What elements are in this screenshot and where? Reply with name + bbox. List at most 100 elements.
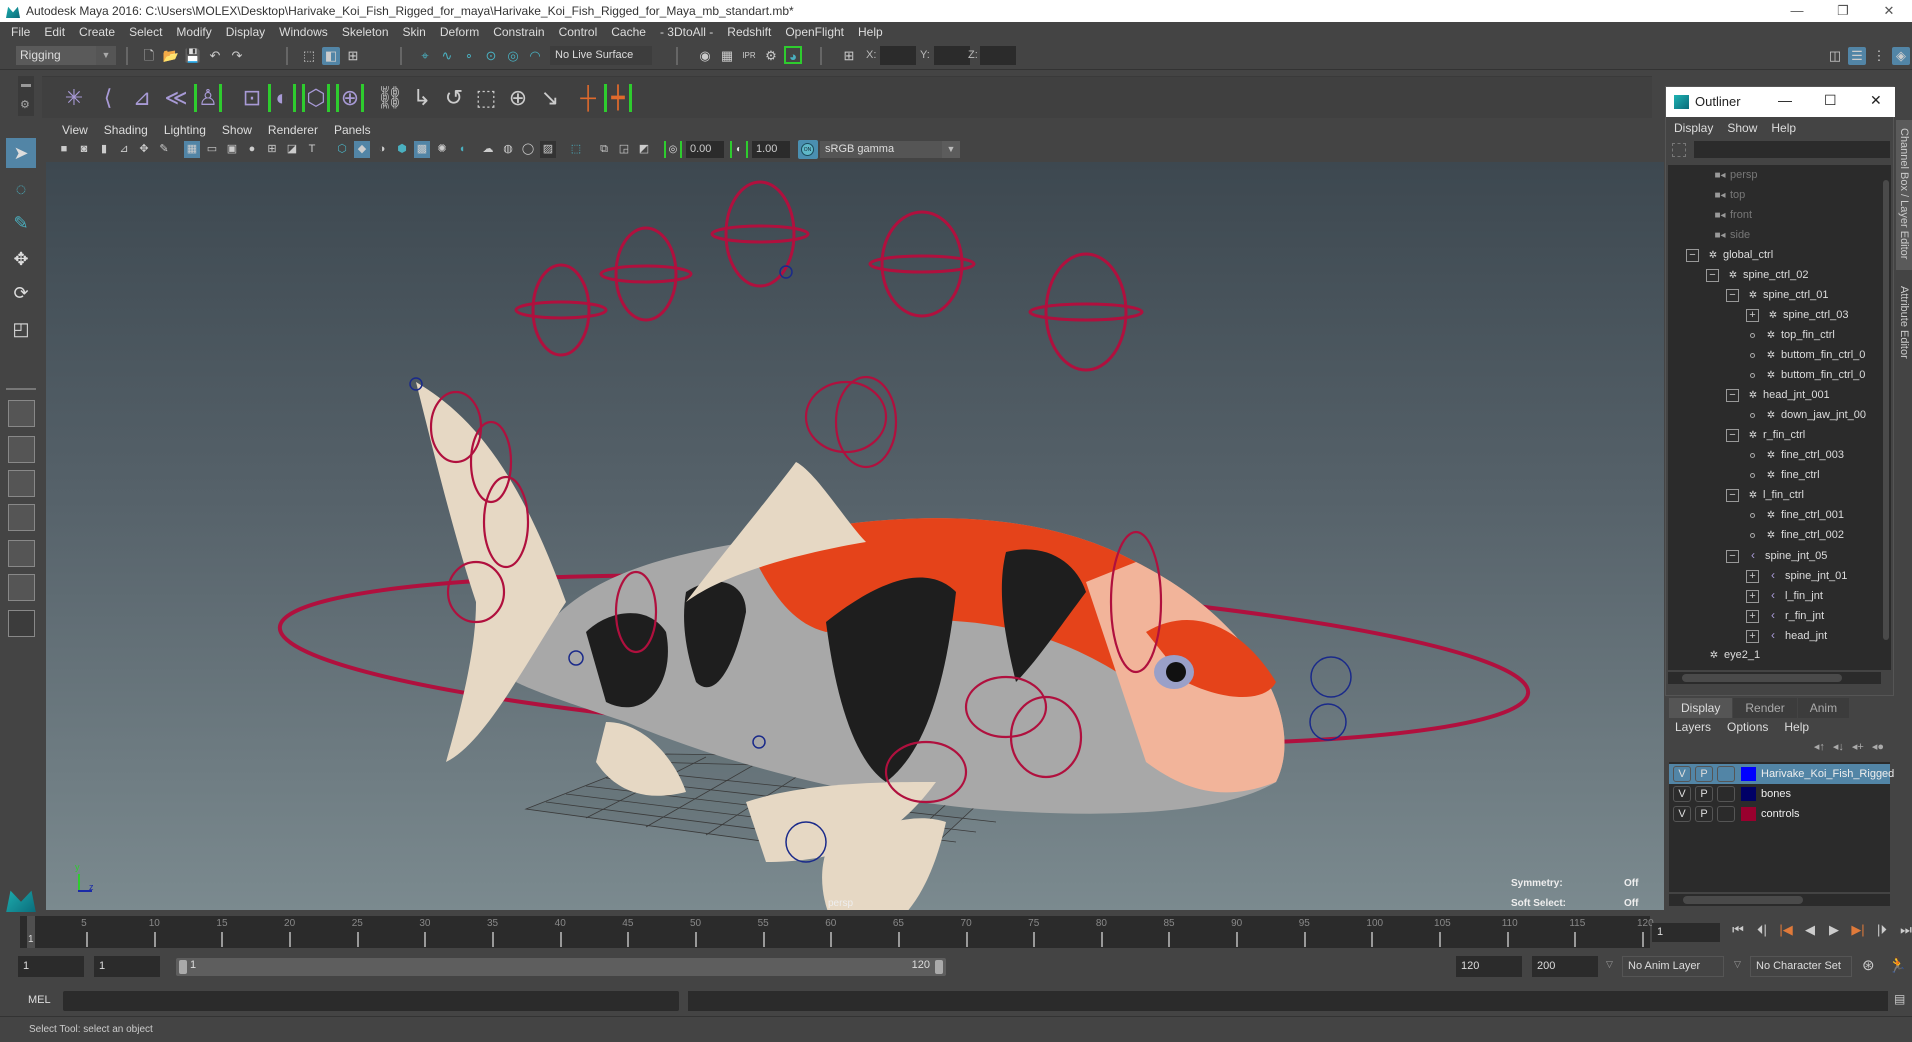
hypershade-layout-icon[interactable] <box>8 540 35 567</box>
lighting-icon[interactable]: ✺ <box>434 141 450 158</box>
save-scene-icon[interactable]: 💾 <box>184 47 202 65</box>
x-field[interactable] <box>880 46 916 65</box>
tab-channel-box-layer-editor[interactable]: Channel Box / Layer Editor <box>1896 120 1912 270</box>
expand-icon[interactable]: + <box>1746 629 1759 643</box>
expand-icon[interactable]: + <box>1746 569 1759 583</box>
render-current-icon[interactable]: ▦ <box>718 47 736 65</box>
go-to-end-icon[interactable]: ⏭ <box>1896 922 1912 938</box>
wireframe-icon[interactable]: ⬡ <box>334 141 350 158</box>
outliner-item[interactable]: − ✲ head_jnt_001 <box>1726 385 1830 405</box>
move-tool-icon[interactable]: ✥ <box>6 244 36 274</box>
tool-settings-icon[interactable]: ⋮ <box>1870 47 1888 65</box>
layer-playback-toggle[interactable]: P <box>1695 806 1713 822</box>
parent-constraint-icon[interactable]: ⛓ <box>376 84 404 112</box>
step-back-key-icon[interactable]: |◀ <box>1776 922 1796 938</box>
collapse-icon[interactable]: − <box>1726 488 1739 502</box>
outliner-item[interactable]: ■◂ front <box>1712 205 1752 225</box>
panel-menu-panels[interactable]: Panels <box>326 123 379 137</box>
isolate-select-icon[interactable]: ⬚ <box>568 141 584 158</box>
layer-color-swatch[interactable] <box>1741 787 1756 801</box>
rotate-tool-icon[interactable]: ⟳ <box>6 278 36 308</box>
shadows-icon[interactable]: ◖ <box>454 141 470 158</box>
redo-icon[interactable]: ↷ <box>228 47 246 65</box>
outliner-item[interactable]: ✲ buttom_fin_ctrl_0 <box>1746 365 1865 385</box>
aim-constraint-icon[interactable]: ⊕ <box>504 84 532 112</box>
select-object-icon[interactable]: ◧ <box>322 47 340 65</box>
menu-constrain[interactable]: Constrain <box>486 25 551 39</box>
collapse-icon[interactable]: − <box>1726 288 1739 302</box>
scrollbar-thumb[interactable] <box>1683 896 1803 904</box>
snap-grid-icon[interactable]: ⌖ <box>416 47 434 65</box>
expand-icon[interactable]: + <box>1746 609 1759 623</box>
panel-menu-renderer[interactable]: Renderer <box>260 123 326 137</box>
outliner-item[interactable]: − ✲ global_ctrl <box>1686 245 1773 265</box>
range-start-handle[interactable] <box>179 960 187 974</box>
gamma-icon[interactable]: ◐ <box>730 141 748 158</box>
xray-active-icon[interactable]: ◲ <box>616 141 632 158</box>
outliner-item[interactable]: − ✲ spine_ctrl_02 <box>1706 265 1808 285</box>
view-transform-dropdown[interactable]: sRGB gamma ▼ <box>820 141 960 158</box>
image-plane-icon[interactable]: ⊿ <box>116 141 132 158</box>
render-settings-icon[interactable]: ⚙ <box>762 47 780 65</box>
layer-color-swatch[interactable] <box>1741 767 1756 781</box>
ik-handle-icon[interactable]: ⊿ <box>128 84 156 112</box>
outliner-minimize-button[interactable]: — <box>1778 92 1792 108</box>
menu-redshift[interactable]: Redshift <box>720 25 778 39</box>
outliner-item[interactable]: − ‹ spine_jnt_05 <box>1726 545 1827 565</box>
layer-row[interactable]: V Pbones <box>1669 784 1890 804</box>
collapse-icon[interactable]: − <box>1706 268 1719 282</box>
layer-playback-toggle[interactable]: P <box>1695 766 1713 782</box>
outliner-item[interactable]: + ✲ spine_ctrl_03 <box>1746 305 1848 325</box>
panel-menu-view[interactable]: View <box>54 123 96 137</box>
panel-menu-lighting[interactable]: Lighting <box>156 123 214 137</box>
expand-icon[interactable]: + <box>1746 308 1759 322</box>
command-language-label[interactable]: MEL <box>28 994 51 1006</box>
expand-icon[interactable]: + <box>1746 589 1759 603</box>
menu-file[interactable]: File <box>4 25 37 39</box>
live-surface-field[interactable]: No Live Surface <box>550 46 652 65</box>
bookmark-icon[interactable]: ▮ <box>96 141 112 158</box>
outliner-close-button[interactable]: ✕ <box>1870 92 1882 109</box>
character-set-dropdown-arrow[interactable]: ▽ <box>1734 959 1741 970</box>
outliner-title-bar[interactable]: Outliner — ☐ ✕ <box>1666 87 1895 117</box>
collapse-icon[interactable]: − <box>1726 549 1739 563</box>
insert-joint-icon[interactable]: ⟨ <box>94 84 122 112</box>
filter-icon[interactable] <box>1672 143 1686 157</box>
exposure-field[interactable]: 0.00 <box>686 141 724 158</box>
script-editor-icon[interactable]: ▤ <box>1894 992 1905 1006</box>
move-layer-up-icon[interactable]: ◂↑ <box>1814 740 1825 753</box>
2d-pan-zoom-icon[interactable]: ✥ <box>136 141 152 158</box>
humanik-icon[interactable]: ♙ <box>194 84 222 112</box>
outliner-item[interactable]: ✲ top_fin_ctrl <box>1746 325 1835 345</box>
backface-icon[interactable]: ◩ <box>636 141 652 158</box>
render-view-icon[interactable]: ◉ <box>696 47 714 65</box>
step-forward-key-icon[interactable]: ▶| <box>1848 922 1868 938</box>
outliner-item[interactable]: ✲ fine_ctrl_001 <box>1746 505 1844 525</box>
collapse-icon[interactable]: − <box>1726 428 1739 442</box>
outliner-vertical-scrollbar[interactable] <box>1881 165 1891 670</box>
outliner-item[interactable]: + ‹ l_fin_jnt <box>1746 585 1823 605</box>
menu-control[interactable]: Control <box>552 25 605 39</box>
layer-playback-toggle[interactable]: P <box>1695 786 1713 802</box>
menu-3dtoall[interactable]: - 3DtoAll - <box>653 25 720 39</box>
menu-skeleton[interactable]: Skeleton <box>335 25 396 39</box>
layer-editor-icon[interactable]: ◈ <box>1892 47 1910 65</box>
single-pane-layout-icon[interactable] <box>8 400 35 427</box>
range-end-handle[interactable] <box>935 960 943 974</box>
menu-skin[interactable]: Skin <box>396 25 433 39</box>
xray-icon[interactable]: ⬢ <box>394 141 410 158</box>
scale-constraint-icon[interactable]: ⬚ <box>472 84 500 112</box>
layer-menu-options[interactable]: Options <box>1727 720 1768 734</box>
layer-visibility-toggle[interactable]: V <box>1673 786 1691 802</box>
safe-action-icon[interactable]: ◪ <box>284 141 300 158</box>
outliner-item[interactable]: + ‹ r_fin_jnt <box>1746 605 1824 625</box>
undo-icon[interactable]: ↶ <box>206 47 224 65</box>
y-field[interactable] <box>934 46 970 65</box>
select-tool-icon[interactable]: ➤ <box>6 138 36 168</box>
smooth-shade-icon[interactable]: ◆ <box>354 141 370 158</box>
time-slider[interactable]: 1 5 10 15 20 25 30 35 40 45 50 55 60 65 70 75 80 85 90 95 1… <box>20 916 1654 948</box>
outliner-item[interactable]: ✲ eye2_1 <box>1706 645 1760 665</box>
menu-set-dropdown[interactable]: Rigging ▼ <box>16 46 116 65</box>
resolution-gate-icon[interactable]: ▣ <box>224 141 240 158</box>
select-hierarchy-icon[interactable]: ⬚ <box>300 47 318 65</box>
